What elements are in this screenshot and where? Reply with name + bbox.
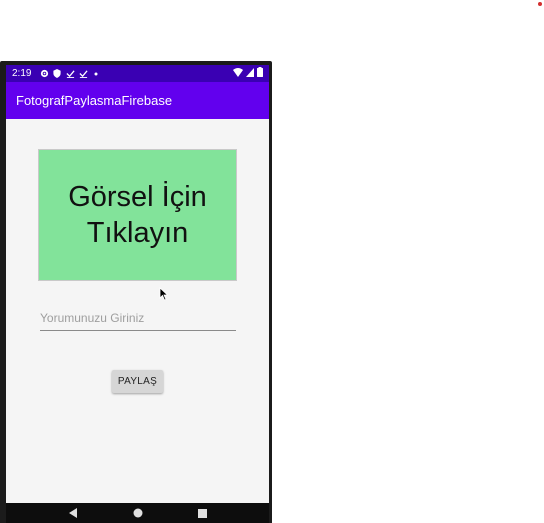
download-done-icon bbox=[65, 69, 75, 79]
navigation-bar bbox=[6, 503, 269, 523]
page: 2:19 FotografPaylasmaFirebase Görsel İçi… bbox=[0, 0, 544, 523]
home-icon[interactable] bbox=[131, 506, 145, 520]
recents-icon[interactable] bbox=[196, 506, 210, 520]
device-screen: 2:19 FotografPaylasmaFirebase Görsel İçi… bbox=[6, 65, 269, 523]
image-picker-label-line1: Görsel İçin bbox=[68, 181, 207, 213]
recording-indicator-dot bbox=[538, 2, 542, 6]
image-picker-button[interactable]: Görsel İçin Tıklayın bbox=[38, 149, 237, 301]
settings-icon bbox=[39, 69, 49, 79]
battery-icon bbox=[257, 67, 263, 80]
comment-input[interactable] bbox=[40, 309, 236, 331]
signal-icon bbox=[246, 67, 254, 80]
mouse-cursor-icon bbox=[159, 287, 169, 301]
dot-icon bbox=[91, 69, 101, 79]
app-bar: FotografPaylasmaFirebase bbox=[6, 82, 269, 119]
download-done-icon bbox=[78, 69, 88, 79]
main-content: Görsel İçin Tıklayın PAYLAŞ bbox=[6, 119, 269, 503]
shield-icon bbox=[52, 69, 62, 79]
share-button[interactable]: PAYLAŞ bbox=[112, 370, 163, 393]
image-picker-label-line2: Tıklayın bbox=[86, 217, 189, 249]
status-right-icons bbox=[233, 67, 263, 80]
back-icon[interactable] bbox=[66, 506, 80, 520]
status-bar: 2:19 bbox=[6, 65, 269, 82]
wifi-icon bbox=[233, 67, 243, 80]
emulator-frame: 2:19 FotografPaylasmaFirebase Görsel İçi… bbox=[0, 61, 272, 523]
app-title: FotografPaylasmaFirebase bbox=[16, 93, 173, 108]
status-time: 2:19 bbox=[12, 68, 32, 79]
